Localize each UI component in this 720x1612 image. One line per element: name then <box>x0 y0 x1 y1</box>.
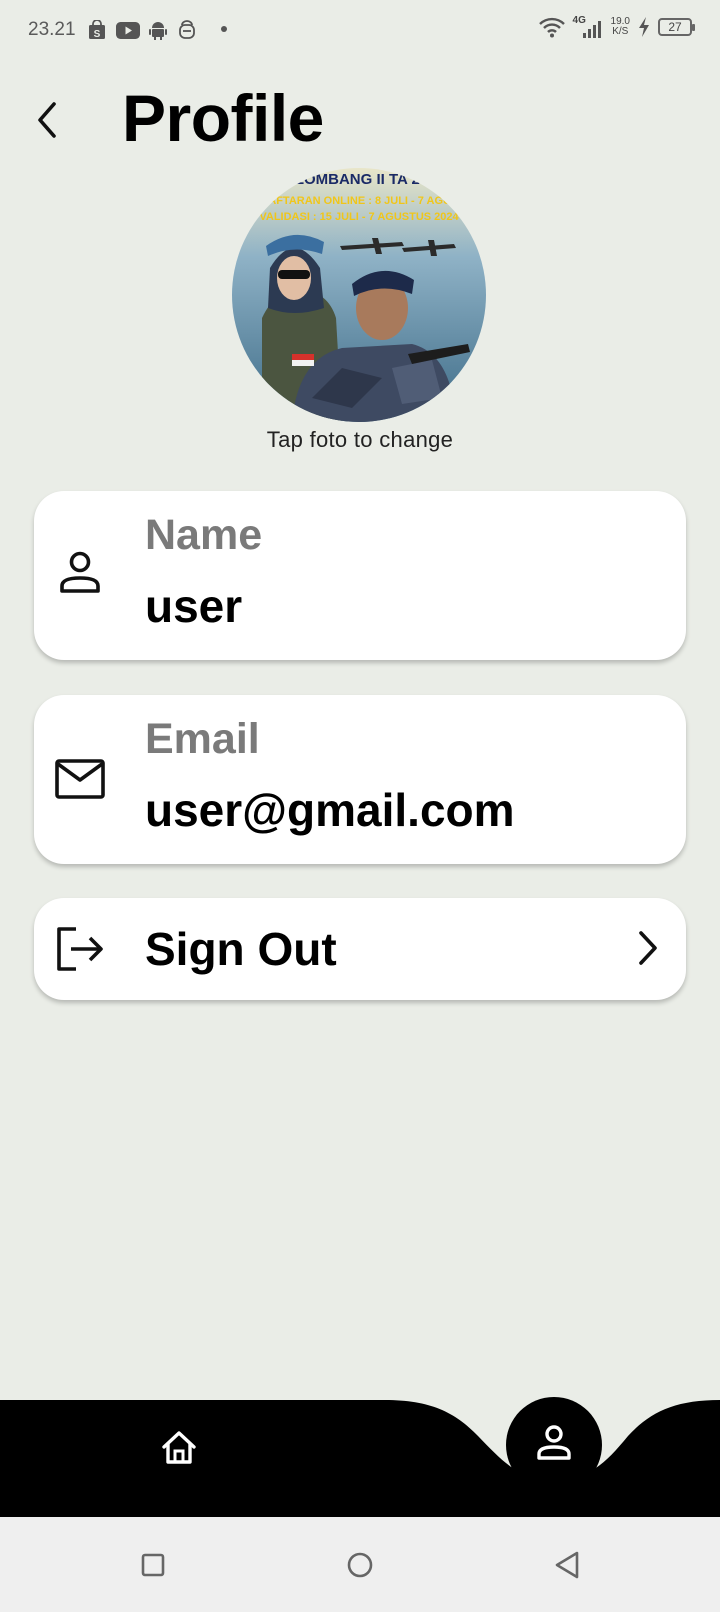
vpn-icon <box>179 20 195 39</box>
youtube-icon <box>116 22 140 39</box>
poster-line-3: VALIDASI : 15 JULI - 7 AGUSTUS 2024 <box>259 211 459 223</box>
shopping-bag-icon: S <box>89 20 105 40</box>
battery-icon: 27 <box>658 18 695 36</box>
status-right-group: 4G 19.0 K/S 27 <box>538 16 695 38</box>
wifi-icon <box>538 17 565 38</box>
signal-group: 4G <box>573 16 603 38</box>
name-label: Name <box>145 511 263 559</box>
recents-button[interactable] <box>133 1545 173 1585</box>
nav-home-button[interactable] <box>160 1428 198 1466</box>
dot-icon <box>221 26 227 32</box>
name-value: user <box>145 580 243 632</box>
triangle-back-icon <box>555 1551 579 1579</box>
sign-out-label: Sign Out <box>145 923 337 975</box>
chevron-left-icon <box>38 102 56 138</box>
email-value: user@gmail.com <box>145 784 515 836</box>
back-system-button[interactable] <box>548 1545 588 1585</box>
poster-line-2: PENDAFTARAN ONLINE : 8 JULI - 7 AGUSTUS <box>238 195 481 207</box>
status-time: 23.21 <box>28 19 76 40</box>
email-label: Email <box>145 715 260 763</box>
avatar[interactable]: GELOMBANG II TA 2024 PENDAFTARAN ONLINE … <box>232 168 486 422</box>
back-button[interactable] <box>30 96 66 144</box>
nav-profile-button[interactable] <box>506 1397 602 1493</box>
profile-screen: 23.21 S 4G 19.0 K/S 27 Profile GELOMBANG… <box>0 0 720 1612</box>
battery-level: 27 <box>668 20 682 34</box>
charging-icon <box>639 17 649 37</box>
square-icon <box>141 1553 165 1577</box>
mail-icon <box>55 759 105 799</box>
person-icon <box>60 551 100 593</box>
circle-icon <box>347 1552 373 1578</box>
avatar-hint: Tap foto to change <box>266 427 454 452</box>
svg-text:S: S <box>94 29 101 40</box>
home-system-button[interactable] <box>340 1545 380 1585</box>
system-nav-bar <box>0 1517 720 1612</box>
name-card: Name user <box>34 491 686 660</box>
poster-line-1: GELOMBANG II TA 2024 <box>273 171 445 188</box>
status-bar: 23.21 S 4G 19.0 K/S 27 <box>0 0 720 62</box>
chevron-right-icon <box>639 931 657 965</box>
bottom-nav-bar <box>0 1400 720 1517</box>
speed-indicator: 19.0 K/S <box>611 17 630 37</box>
sign-out-button[interactable]: Sign Out <box>34 898 686 1000</box>
signal-icon <box>582 21 601 38</box>
avatar-photo: GELOMBANG II TA 2024 PENDAFTARAN ONLINE … <box>232 168 486 422</box>
home-icon <box>162 1431 196 1464</box>
page-title: Profile <box>122 81 324 155</box>
email-card: Email user@gmail.com <box>34 695 686 864</box>
android-icon <box>149 22 167 40</box>
person-icon <box>537 1425 571 1460</box>
logout-icon <box>57 927 103 971</box>
speed-unit: K/S <box>612 26 629 37</box>
